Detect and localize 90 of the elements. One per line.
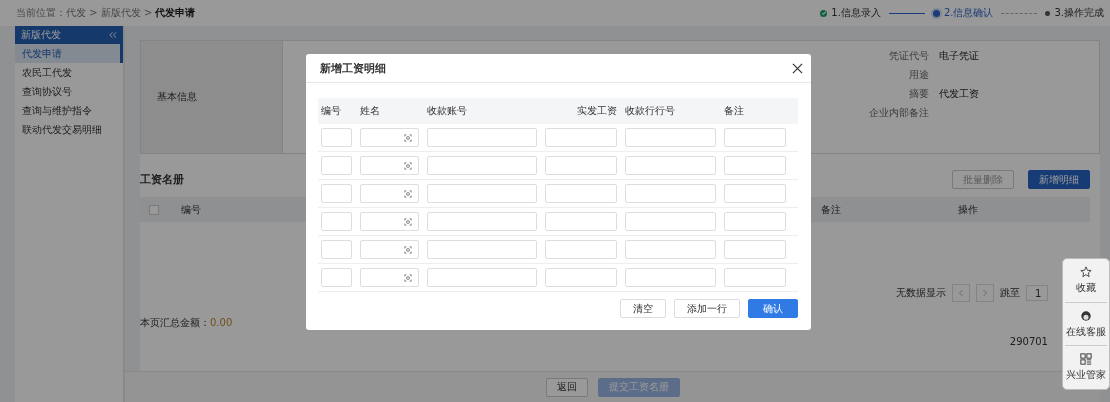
input-field[interactable]: [360, 240, 419, 259]
sidebar-item[interactable]: 查询协议号: [15, 82, 123, 101]
input-field[interactable]: [427, 240, 537, 259]
input-field[interactable]: [545, 184, 617, 203]
page-total: 本页汇总金额：0.00: [140, 317, 233, 328]
sidebar-item[interactable]: 查询与维护指令: [15, 101, 123, 120]
field-label: 摘要: [908, 87, 929, 101]
input-field[interactable]: [427, 128, 537, 147]
input-field[interactable]: [427, 212, 537, 231]
field-value: 代发工资: [939, 87, 979, 101]
input-field[interactable]: [724, 184, 786, 203]
column-header: 备注: [724, 104, 745, 118]
scan-icon[interactable]: [404, 273, 412, 282]
select-all-checkbox[interactable]: [149, 204, 159, 215]
input-field[interactable]: [360, 156, 419, 175]
pager-status: 无数据显示: [896, 286, 946, 300]
input-field[interactable]: [625, 156, 716, 175]
field-label: 企业内部备注: [868, 106, 929, 120]
input-field[interactable]: [545, 156, 617, 175]
step-label: 1.信息录入: [831, 6, 881, 20]
input-field[interactable]: [545, 268, 617, 287]
input-field[interactable]: [724, 128, 786, 147]
sidebar-item[interactable]: 联动代发交易明细: [15, 120, 123, 139]
collapse-icon[interactable]: [108, 31, 117, 39]
jump-label: 跳至: [1000, 286, 1020, 300]
step-label: 3.操作完成: [1054, 6, 1104, 20]
float-panel-label[interactable]: 收藏: [1076, 280, 1096, 295]
input-field[interactable]: [625, 128, 716, 147]
column-header: 收款账号: [427, 104, 468, 118]
section-title: 工资名册: [140, 172, 184, 187]
column-header: 编号: [181, 202, 202, 217]
column-header: 姓名: [360, 104, 381, 118]
input-field[interactable]: [321, 156, 352, 175]
star-icon[interactable]: [1080, 265, 1092, 278]
input-field[interactable]: [427, 268, 537, 287]
input-field[interactable]: [545, 212, 617, 231]
input-field[interactable]: [545, 240, 617, 259]
footer-button[interactable]: 返回: [545, 377, 588, 397]
field-label: 凭证代号: [888, 49, 929, 63]
input-field[interactable]: [360, 184, 419, 203]
input-field[interactable]: [625, 212, 716, 231]
input-field[interactable]: [321, 212, 352, 231]
person-icon[interactable]: [1080, 309, 1092, 322]
code-text: 290701: [1009, 336, 1048, 347]
column-header: 收款行行号: [625, 104, 676, 118]
input-field[interactable]: [724, 212, 786, 231]
dialog-button[interactable]: 清空: [620, 299, 666, 318]
page-input[interactable]: 1: [1026, 285, 1048, 301]
input-field[interactable]: [360, 212, 419, 231]
grid-icon[interactable]: [1080, 353, 1092, 366]
scan-icon[interactable]: [404, 161, 412, 170]
input-field[interactable]: [724, 156, 786, 175]
input-field[interactable]: [625, 268, 716, 287]
input-field[interactable]: [427, 156, 537, 175]
step-label: 2.信息确认: [943, 6, 994, 20]
dialog-button[interactable]: 确认: [748, 299, 798, 318]
sidebar-title: 新版代发: [21, 28, 61, 42]
input-field[interactable]: [360, 268, 419, 287]
column-header: 操作: [958, 202, 978, 217]
float-panel-label[interactable]: 兴业管家: [1066, 368, 1106, 383]
breadcrumb-trail: 当前位置：代发 > 新版代发 >: [16, 6, 153, 20]
input-field[interactable]: [724, 240, 786, 259]
info-label: 基本信息: [157, 90, 197, 104]
input-field[interactable]: [625, 240, 716, 259]
scan-icon[interactable]: [404, 245, 412, 254]
sidebar-item[interactable]: 代发申请: [15, 44, 123, 63]
toolbar-button[interactable]: 新增明细: [1028, 170, 1090, 189]
scan-icon[interactable]: [404, 189, 412, 198]
column-header: 备注: [821, 202, 842, 217]
input-field[interactable]: [545, 128, 617, 147]
input-field[interactable]: [360, 128, 419, 147]
dialog-button[interactable]: 添加一行: [674, 299, 740, 318]
field-label: 用途: [908, 68, 929, 82]
modal-title: 新增工资明细: [320, 60, 386, 76]
input-field[interactable]: [321, 268, 352, 287]
close-icon[interactable]: [792, 62, 803, 74]
input-field[interactable]: [321, 240, 352, 259]
scan-icon[interactable]: [404, 133, 412, 142]
input-field[interactable]: [724, 268, 786, 287]
scan-icon[interactable]: [404, 217, 412, 226]
column-header: 编号: [321, 104, 342, 118]
input-field[interactable]: [321, 184, 352, 203]
float-panel-label[interactable]: 在线客服: [1066, 324, 1106, 339]
input-field[interactable]: [427, 184, 537, 203]
input-field[interactable]: [625, 184, 716, 203]
sidebar-item[interactable]: 农民工代发: [15, 63, 123, 82]
field-value: 电子凭证: [939, 49, 979, 63]
column-header: 实发工资: [576, 104, 617, 118]
breadcrumb-current: 代发申请: [155, 6, 196, 20]
input-field[interactable]: [321, 128, 352, 147]
